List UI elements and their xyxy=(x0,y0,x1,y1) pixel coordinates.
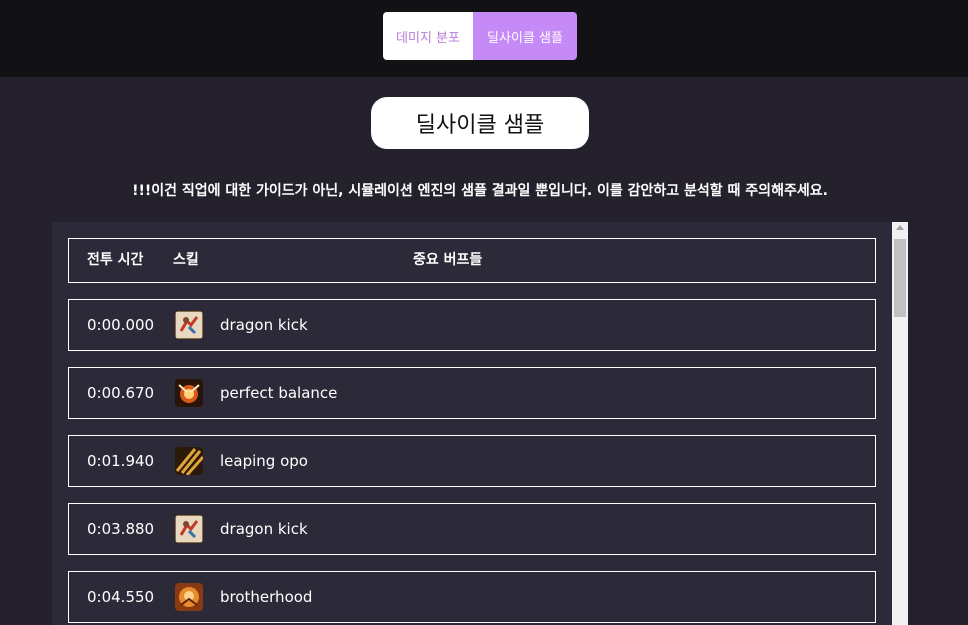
row-skill-name: dragon kick xyxy=(220,316,308,334)
row-skill-name: brotherhood xyxy=(220,588,313,606)
row-skill-name: dragon kick xyxy=(220,520,308,538)
table-header: 전투 시간 스킬 중요 버프들 xyxy=(68,238,876,283)
scroll-thumb[interactable] xyxy=(894,239,906,317)
row-time: 0:04.550 xyxy=(87,588,155,606)
row-time: 0:03.880 xyxy=(87,520,155,538)
table-row: 0:01.940 leaping opo xyxy=(68,435,876,487)
header-skill: 스킬 xyxy=(173,252,199,268)
row-skill-name: perfect balance xyxy=(220,384,338,402)
leaping-opo-icon xyxy=(175,447,203,475)
vertical-scrollbar[interactable] xyxy=(892,222,908,625)
dragon-kick-icon xyxy=(175,515,203,543)
tab-rotation-sample[interactable]: 딜사이클 샘플 xyxy=(473,12,577,60)
brotherhood-icon xyxy=(175,583,203,611)
header-combat-time: 전투 시간 xyxy=(87,252,144,268)
header-important-buffs: 중요 버프들 xyxy=(413,252,483,268)
page-title: 딜사이클 샘플 xyxy=(371,97,589,149)
table-row: 0:04.550 brotherhood xyxy=(68,571,876,623)
table-row: 0:00.000 dragon kick xyxy=(68,299,876,351)
disclaimer-notice: !!!이건 직업에 대한 가이드가 아닌, 시뮬레이션 엔진의 샘플 결과일 뿐… xyxy=(132,183,828,199)
scroll-up-arrow-icon[interactable] xyxy=(896,225,904,230)
tab-damage-distribution[interactable]: 데미지 분포 xyxy=(383,12,473,60)
table-row: 0:03.880 dragon kick xyxy=(68,503,876,555)
row-skill-name: leaping opo xyxy=(220,452,308,470)
row-time: 0:00.000 xyxy=(87,316,155,334)
perfect-balance-icon xyxy=(175,379,203,407)
rotation-table-panel: 전투 시간 스킬 중요 버프들 0:00.000 dragon kick 0:0… xyxy=(52,222,892,625)
row-time: 0:01.940 xyxy=(87,452,155,470)
row-time: 0:00.670 xyxy=(87,384,155,402)
dragon-kick-icon xyxy=(175,311,203,339)
tab-group: 데미지 분포 딜사이클 샘플 xyxy=(383,12,577,60)
top-nav-bar: 데미지 분포 딜사이클 샘플 xyxy=(0,0,968,77)
table-row: 0:00.670 perfect balance xyxy=(68,367,876,419)
